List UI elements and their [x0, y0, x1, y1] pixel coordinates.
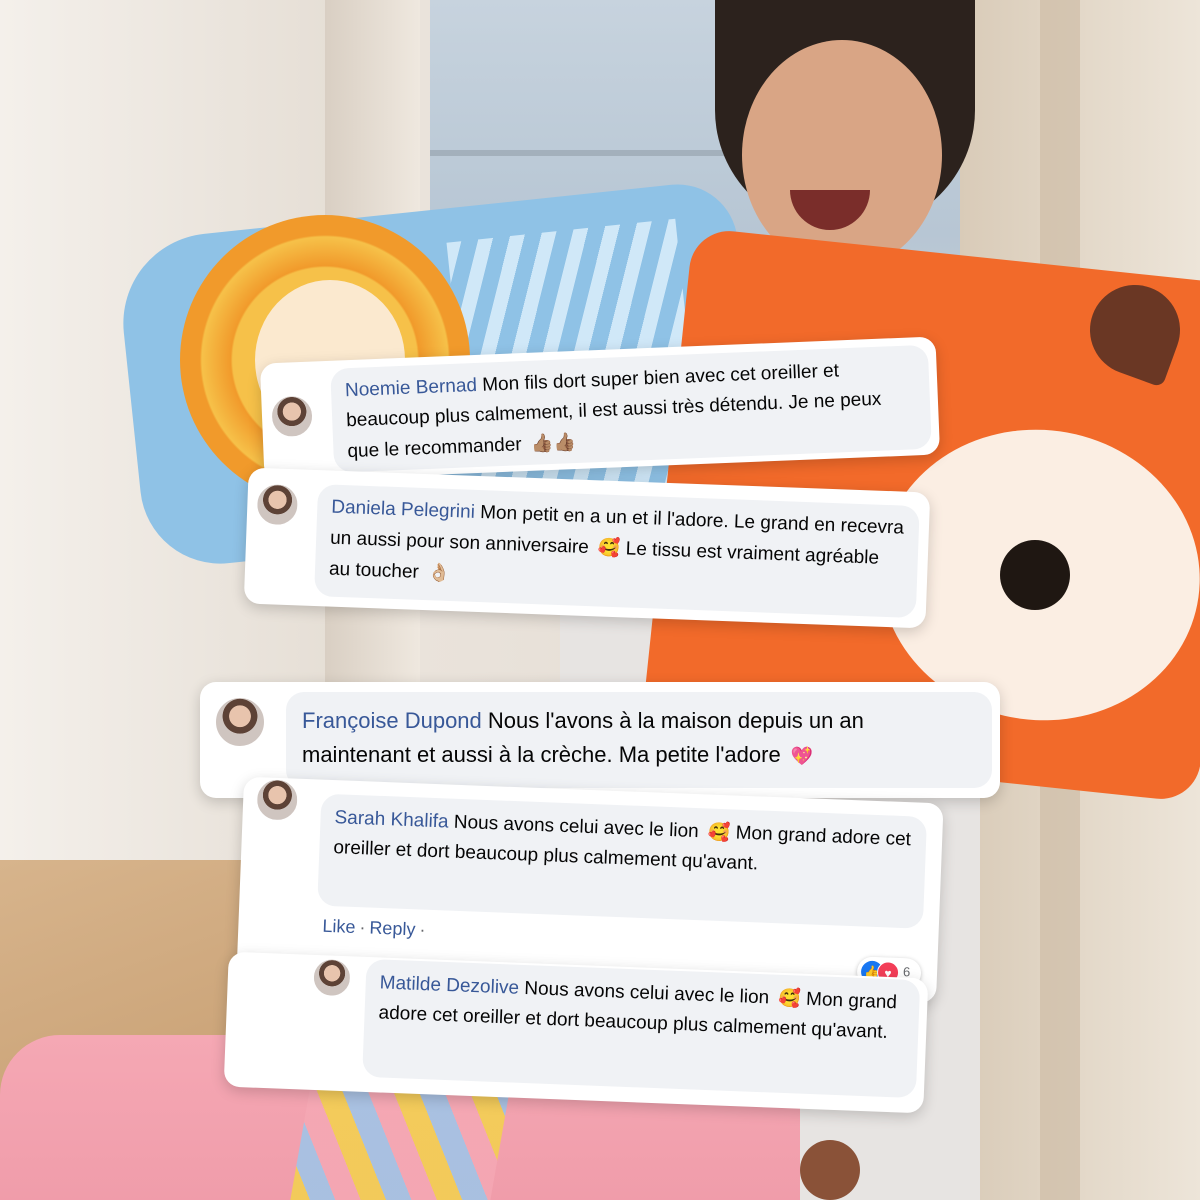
- heart-icon: 💖: [790, 746, 814, 766]
- smiling-hearts-icon: 🥰: [778, 987, 802, 1009]
- comment-text: Nous avons celui avec le lion: [523, 977, 770, 1009]
- comment-author[interactable]: Noemie Bernad: [345, 375, 478, 401]
- action-separator: ·: [359, 917, 366, 938]
- reply-button[interactable]: Reply: [369, 918, 416, 940]
- action-separator: ·: [419, 919, 426, 940]
- comment-bubble: Sarah Khalifa Nous avons celui avec le l…: [317, 793, 928, 929]
- profile-photo-icon[interactable]: [254, 777, 301, 823]
- comment-bubble: Noemie Bernad Mon fils dort super bien a…: [330, 344, 932, 473]
- comment-bubble: Daniela Pelegrini Mon petit en a un et i…: [314, 484, 920, 619]
- profile-photo-icon[interactable]: [269, 393, 315, 440]
- comment-card: Daniela Pelegrini Mon petit en a un et i…: [243, 467, 931, 629]
- ok-hand-icon: 👌🏼: [427, 562, 451, 584]
- smiling-hearts-icon: 🥰: [707, 821, 731, 843]
- comment-author[interactable]: Daniela Pelegrini: [331, 497, 475, 523]
- comment-text: Mon fils dort super bien avec cet oreill…: [345, 360, 882, 463]
- comment-author[interactable]: Sarah Khalifa: [334, 807, 449, 832]
- fox-eye-right: [1000, 540, 1070, 610]
- profile-photo-icon[interactable]: [214, 696, 266, 748]
- profile-photo-icon[interactable]: [311, 956, 353, 999]
- reply-bubble: Matilde Dezolive Nous avons celui avec l…: [362, 958, 921, 1099]
- comment-bubble: Françoise Dupond Nous l'avons à la maiso…: [286, 692, 992, 788]
- pink-pillow-stripes: [288, 1080, 512, 1200]
- comment-author[interactable]: Matilde Dezolive: [379, 972, 519, 998]
- comment-card: Matilde Dezolive Nous avons celui avec l…: [223, 951, 929, 1114]
- smiling-hearts-icon: 🥰: [597, 537, 621, 559]
- comment-text: Nous avons celui avec le lion: [453, 811, 700, 843]
- thumbs-up-icon: 👍🏽👍🏽: [530, 432, 577, 454]
- profile-photo-icon[interactable]: [254, 481, 301, 528]
- comment-actions: Like · Reply ·: [322, 916, 430, 941]
- like-button[interactable]: Like: [322, 916, 356, 937]
- hand: [800, 1140, 860, 1200]
- comment-author[interactable]: Françoise Dupond: [302, 708, 482, 733]
